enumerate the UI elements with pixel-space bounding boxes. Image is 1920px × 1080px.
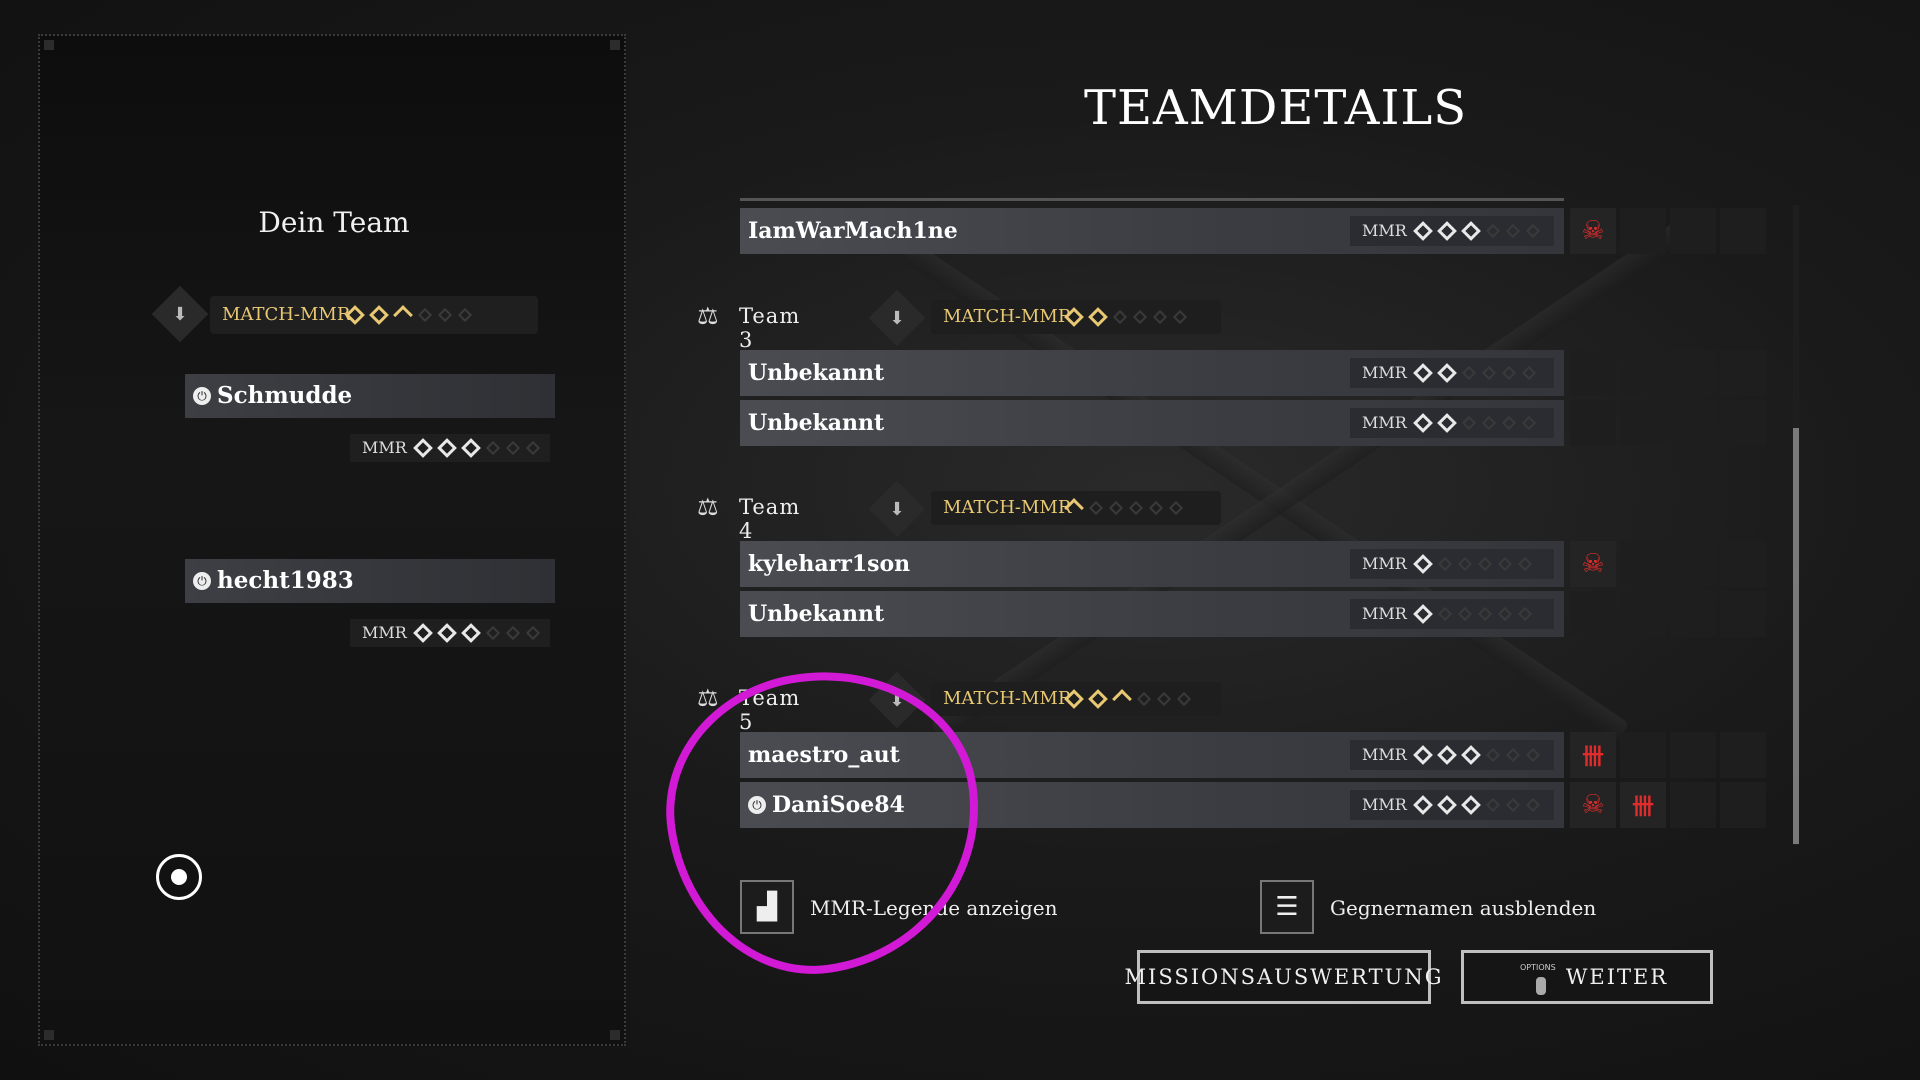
skull-icon: ☠	[1570, 782, 1616, 828]
mmr-stars	[1064, 689, 1195, 709]
panel-corner	[610, 40, 620, 50]
player-name: hecht1983	[217, 567, 354, 594]
panel-corner	[610, 1030, 620, 1040]
player-mmr: MMR	[1350, 216, 1554, 246]
hide-list-icon: ☰	[1260, 880, 1314, 934]
player-mmr: MMR	[350, 434, 550, 462]
team-rank-button[interactable]: ⬇	[151, 285, 209, 343]
player-mmr: MMR	[1350, 408, 1554, 438]
team-name: Team 4	[739, 495, 801, 543]
mission-summary-button[interactable]: MISSIONSAUSWERTUNG	[1125, 950, 1441, 1004]
skull-icon: ☠	[1570, 208, 1616, 254]
panel-title: Dein Team	[258, 206, 410, 239]
team-match-mmr: MATCH-MMR	[210, 296, 538, 334]
mmr-label: MMR	[1362, 554, 1407, 573]
mmr-label: MMR	[362, 438, 407, 457]
divider	[740, 198, 1564, 201]
player-row[interactable]: IamWarMach1ne MMR ☠	[740, 208, 1766, 254]
options-button-icon	[1536, 977, 1546, 995]
player-mmr: MMR	[1350, 790, 1554, 820]
team-player-row[interactable]: ⏻ Schmudde	[185, 374, 555, 418]
scale-icon: ⚖	[697, 302, 719, 330]
scale-icon: ⚖	[697, 684, 719, 712]
player-name: Unbekannt	[748, 601, 885, 627]
player-mmr: MMR	[350, 619, 550, 647]
panel-corner	[44, 40, 54, 50]
hide-names-label: Gegnernamen ausblenden	[1330, 896, 1597, 920]
continue-button[interactable]: OPTIONS WEITER	[1461, 950, 1713, 1004]
mmr-stars	[1064, 498, 1187, 518]
mmr-label: MMR	[1362, 745, 1407, 764]
player-row[interactable]: Unbekannt MMR	[740, 350, 1766, 396]
match-mmr-label: MATCH-MMR	[943, 688, 1072, 709]
team-match-mmr: MATCH-MMR	[931, 682, 1221, 716]
stat-slots	[1570, 591, 1766, 637]
mission-summary-label: MISSIONSAUSWERTUNG	[1124, 965, 1444, 989]
player-row[interactable]: Unbekannt MMR	[740, 400, 1766, 446]
stat-slots: 卌	[1570, 732, 1766, 778]
mmr-label: MMR	[1362, 604, 1407, 623]
mmr-stars	[1413, 363, 1540, 383]
playstation-icon: ⏻	[193, 572, 211, 590]
player-mmr: MMR	[1350, 358, 1554, 388]
team-rank-button[interactable]: ⬇	[868, 289, 926, 347]
team-player-row[interactable]: ⏻ hecht1983	[185, 559, 555, 603]
mmr-stars	[1413, 221, 1544, 241]
player-name: Unbekannt	[748, 360, 885, 386]
scale-icon: ⚖	[697, 493, 719, 521]
mmr-label: MMR	[1362, 795, 1407, 814]
panel-corner	[44, 1030, 54, 1040]
arrow-down-icon: ⬇	[172, 303, 188, 325]
mmr-label: MMR	[1362, 413, 1407, 432]
match-mmr-label: MATCH-MMR	[222, 304, 351, 325]
mmr-stars	[345, 305, 476, 325]
mmr-label: MMR	[1362, 221, 1407, 240]
mmr-stars	[413, 623, 544, 643]
team-match-mmr: MATCH-MMR	[931, 491, 1221, 525]
player-name: Unbekannt	[748, 410, 885, 436]
team-match-mmr: MATCH-MMR	[931, 300, 1221, 334]
mmr-label: MMR	[362, 623, 407, 642]
player-row[interactable]: kyleharr1son MMR ☠	[740, 541, 1766, 587]
mmr-stars	[1413, 413, 1540, 433]
stat-slots: ☠	[1570, 208, 1766, 254]
stat-slots: ☠	[1570, 541, 1766, 587]
scrollbar-thumb[interactable]	[1793, 428, 1799, 844]
your-team-panel: Dein Team ⬇ MATCH-MMR ⏻ Schmudde MMR ⏻ h…	[38, 34, 626, 1046]
arrow-down-icon: ⬇	[889, 307, 905, 329]
player-mmr: MMR	[1350, 599, 1554, 629]
stat-slots	[1570, 400, 1766, 446]
player-row[interactable]: Unbekannt MMR	[740, 591, 1766, 637]
damage-tally-icon: 卌	[1570, 732, 1616, 778]
damage-tally-icon: 卌	[1620, 782, 1666, 828]
arrow-down-icon: ⬇	[889, 498, 905, 520]
continue-label: WEITER	[1565, 965, 1669, 989]
match-mmr-label: MATCH-MMR	[943, 497, 1072, 518]
skull-icon: ☠	[1570, 541, 1616, 587]
mmr-stars	[1413, 795, 1544, 815]
playstation-icon: ⏻	[193, 387, 211, 405]
page-title: TEAMDETAILS	[1084, 80, 1468, 136]
player-name: kyleharr1son	[748, 551, 911, 577]
player-name: IamWarMach1ne	[748, 218, 958, 244]
mmr-stars	[1413, 554, 1536, 574]
player-mmr: MMR	[1350, 549, 1554, 579]
radio-button[interactable]	[156, 854, 202, 900]
mmr-stars	[1413, 745, 1544, 765]
mmr-stars	[1064, 307, 1191, 327]
match-mmr-label: MATCH-MMR	[943, 306, 1072, 327]
team-rank-button[interactable]: ⬇	[868, 480, 926, 538]
player-name: Schmudde	[217, 382, 353, 409]
team-name: Team 3	[739, 304, 801, 352]
mmr-stars	[413, 438, 544, 458]
options-button-tag: OPTIONS	[1520, 963, 1556, 972]
stat-slots	[1570, 350, 1766, 396]
mmr-stars	[1413, 604, 1536, 624]
stat-slots: ☠ 卌	[1570, 782, 1766, 828]
player-mmr: MMR	[1350, 740, 1554, 770]
mmr-label: MMR	[1362, 363, 1407, 382]
